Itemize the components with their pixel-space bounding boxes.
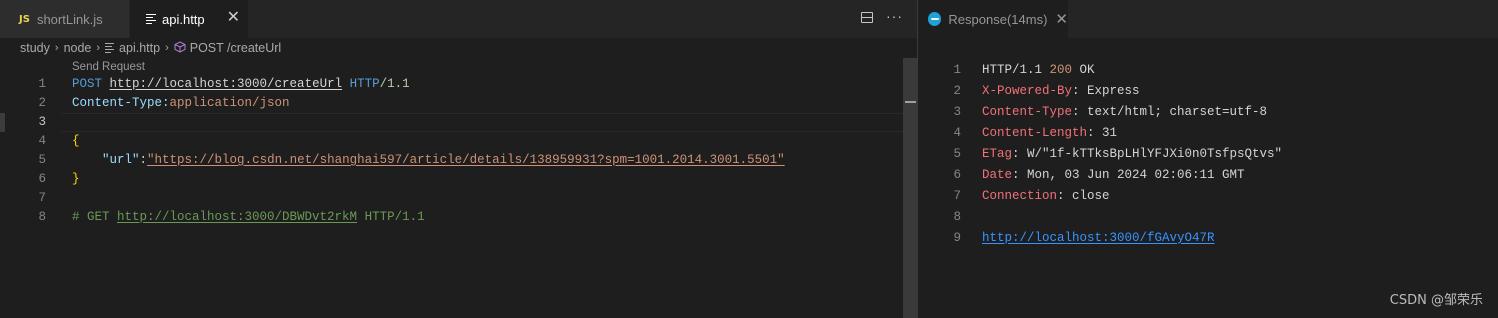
response-header: X-Powered-By: Express [982, 84, 1140, 98]
breadcrumb-item-file[interactable]: api.http [119, 41, 160, 55]
line-number: 4 [953, 126, 961, 140]
tab-api-http[interactable]: api.http ✕ [130, 0, 248, 38]
close-icon[interactable]: ✕ [227, 10, 240, 26]
response-pane: Response(14ms) ✕ 1 2 3 4 5 6 7 8 9 HTTP/… [918, 0, 1498, 318]
line-number: 6 [953, 168, 961, 182]
breadcrumb-item-study[interactable]: study [20, 41, 50, 55]
request-url[interactable]: http://localhost:3000/createUrl [110, 77, 343, 91]
comment-prefix: # GET [72, 210, 118, 224]
scrollbar-cursor-marker [905, 101, 916, 103]
response-header: Date: Mon, 03 Jun 2024 02:06:11 GMT [982, 168, 1245, 182]
response-status-line: HTTP/1.1 200 OK [982, 63, 1095, 77]
chevron-right-icon: › [96, 42, 101, 54]
comment-suffix: HTTP/1.1 [357, 210, 425, 224]
line-number: 7 [38, 191, 46, 205]
status-code: 200 [1049, 63, 1073, 77]
line-number: 7 [953, 189, 961, 203]
http-file-icon [146, 12, 156, 26]
comment-url[interactable]: http://localhost:3000/DBWDvt2rkM [117, 210, 357, 224]
close-icon[interactable]: ✕ [1055, 10, 1068, 28]
open-brace: { [72, 134, 80, 148]
line-number: 4 [38, 134, 46, 148]
code-line-6[interactable]: } [72, 170, 80, 189]
split-editor-icon[interactable] [861, 12, 873, 23]
line-number: 3 [38, 115, 46, 129]
chevron-right-icon: › [54, 42, 59, 54]
breadcrumb-item-request[interactable]: POST /createUrl [190, 41, 281, 55]
send-request-codelens[interactable]: Send Request [72, 61, 145, 73]
tab-label: shortLink.js [36, 11, 103, 27]
response-header: ETag: W/"1f-kTTksBpLHlYFJXi0n0TsfpsQtvs" [982, 147, 1283, 161]
response-tabbar [1068, 0, 1498, 38]
json-colon: : [139, 153, 148, 167]
http-file-icon [105, 41, 115, 55]
tab-shortlink-js[interactable]: JS shortLink.js [0, 0, 130, 38]
tab-label: api.http [162, 11, 205, 27]
header-value: application/json [169, 96, 290, 110]
editor-pane: JS shortLink.js api.http ✕ ··· study › n… [0, 0, 917, 318]
line-number: 8 [953, 210, 961, 224]
http-protocol: HTTP [349, 77, 380, 91]
http-version: /1.1 [379, 77, 410, 91]
chevron-right-icon: › [165, 42, 169, 54]
line-number: 1 [953, 63, 961, 77]
breadcrumb: study › node › api.http › POST /createUr… [20, 39, 281, 57]
line-number: 2 [953, 84, 961, 98]
more-actions-icon[interactable]: ··· [886, 8, 903, 24]
line-number: 1 [38, 77, 46, 91]
json-value[interactable]: "https://blog.csdn.net/shanghai597/artic… [147, 153, 785, 167]
line-number: 5 [953, 147, 961, 161]
response-header: Content-Length: 31 [982, 126, 1118, 140]
line-number: 8 [38, 210, 46, 224]
close-brace: } [72, 172, 80, 186]
current-line-highlight [61, 113, 915, 132]
vertical-scrollbar[interactable] [903, 58, 917, 318]
response-header: Content-Type: text/html; charset=utf-8 [982, 105, 1268, 119]
code-line-1[interactable]: POST http://localhost:3000/createUrl HTT… [72, 75, 410, 94]
line-number: 3 [953, 105, 961, 119]
code-line-5[interactable]: "url":"https://blog.csdn.net/shanghai597… [72, 151, 785, 170]
breadcrumb-item-node[interactable]: node [64, 41, 92, 55]
response-header: Connection: close [982, 189, 1110, 203]
line-number: 6 [38, 172, 46, 186]
line-number: 5 [38, 153, 46, 167]
code-line-2[interactable]: Content-Type:application/json [72, 94, 290, 113]
editor-tabbar: JS shortLink.js api.http ✕ ··· [0, 0, 917, 38]
watermark: CSDN @邹荣乐 [1389, 293, 1483, 308]
code-line-4[interactable]: { [72, 132, 80, 151]
symbol-cube-icon [174, 40, 186, 56]
line-number: 2 [38, 96, 46, 110]
code-line-8[interactable]: # GET http://localhost:3000/DBWDvt2rkM H… [72, 208, 425, 227]
header-name: Content-Type: [72, 96, 170, 110]
tab-label: Response(14ms) [948, 11, 1048, 27]
javascript-file-icon: JS [19, 13, 30, 25]
response-body-link[interactable]: http://localhost:3000/fGAvyO47R [982, 228, 1215, 249]
json-key: "url" [102, 153, 140, 167]
tab-response[interactable]: Response(14ms) ✕ [918, 0, 1068, 38]
rest-client-icon [928, 12, 942, 26]
line-number: 9 [953, 231, 961, 245]
http-method: POST [72, 77, 103, 91]
